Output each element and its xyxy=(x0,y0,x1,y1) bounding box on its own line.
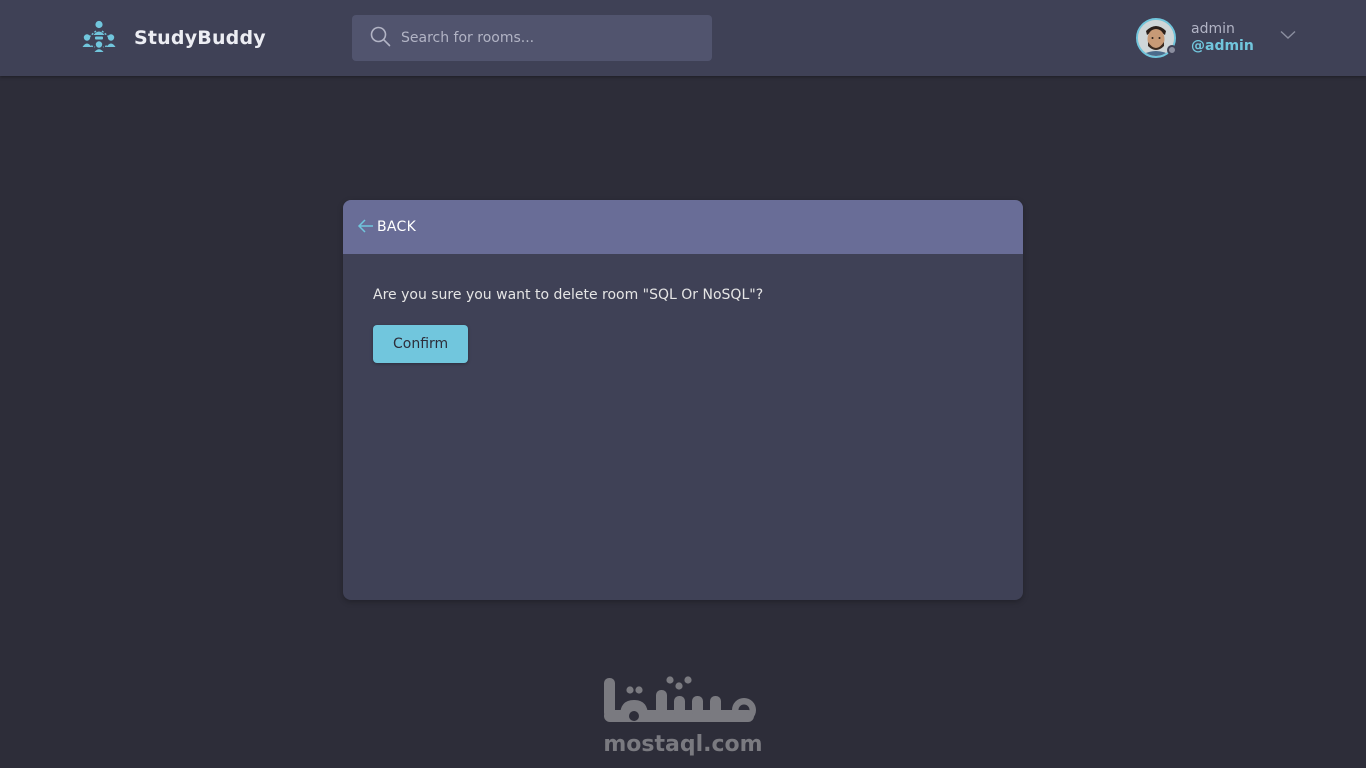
chevron-down-icon[interactable] xyxy=(1280,25,1296,44)
search-form xyxy=(352,15,712,61)
brand-logo-link[interactable]: StudyBuddy xyxy=(82,20,266,56)
user-menu[interactable]: admin @admin xyxy=(1136,14,1296,62)
confirm-button[interactable]: Confirm xyxy=(373,325,469,363)
user-info: admin @admin xyxy=(1191,21,1254,55)
arrow-left-icon xyxy=(357,218,374,237)
mostaql-latin-text: mostaql.com xyxy=(603,732,763,757)
delete-confirmation-message: Are you sure you want to delete room "SQ… xyxy=(373,287,764,303)
user-name: admin xyxy=(1191,21,1235,37)
card-header: BACK xyxy=(343,200,1023,254)
avatar[interactable] xyxy=(1136,18,1177,58)
status-dot xyxy=(1167,45,1177,55)
back-link[interactable]: BACK xyxy=(357,218,416,237)
top-navbar: StudyBuddy Search for rooms... admin @ad… xyxy=(0,0,1366,76)
mostaql-arabic-logo xyxy=(600,676,766,732)
user-handle: @admin xyxy=(1191,38,1254,54)
back-label: BACK xyxy=(377,219,417,235)
search-icon xyxy=(370,26,391,51)
brand-title: StudyBuddy xyxy=(134,27,266,49)
studybuddy-logo-icon xyxy=(82,20,116,56)
mostaql-watermark: mostaql.com xyxy=(598,676,768,757)
card-body: Are you sure you want to delete room "SQ… xyxy=(343,254,1023,396)
delete-room-card: BACK Are you sure you want to delete roo… xyxy=(343,200,1023,600)
search-input[interactable] xyxy=(401,30,691,46)
